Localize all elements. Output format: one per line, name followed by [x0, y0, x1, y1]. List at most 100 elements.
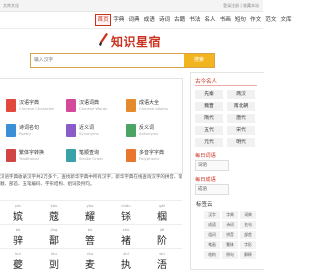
dynasty-item[interactable]: 明代	[227, 138, 255, 147]
tag-item[interactable]: 词典	[240, 211, 256, 219]
char-cell[interactable]: pín 嫔	[0, 203, 36, 225]
dynasty-item[interactable]: 五代	[195, 126, 223, 135]
tool-hanyu-zidian[interactable]: 汉语字典 Chinese Character	[6, 97, 56, 117]
char-glyph: 浯	[157, 260, 167, 271]
char-cell[interactable]: zhǔ 褚	[108, 227, 144, 249]
nav-item-shufa[interactable]: 书法	[187, 14, 202, 26]
dynasty-item[interactable]: 宋代	[227, 126, 255, 135]
tool-label: 繁体字转换	[19, 150, 45, 156]
dynasty-item[interactable]: 南北朝	[227, 102, 255, 111]
tag-item[interactable]: 例句	[222, 251, 238, 259]
tool-label: 汉语字典	[19, 100, 40, 106]
tag-item[interactable]: 名句	[240, 221, 256, 229]
tool-sub: Synonyms	[79, 131, 99, 136]
char-cell[interactable]: kōu 蔻	[36, 203, 72, 225]
tool-label: 汉语词典	[79, 100, 100, 106]
nav-item-duanju[interactable]: 短句	[233, 14, 248, 26]
char-cell[interactable]: bó 骍	[0, 227, 36, 249]
tag-item[interactable]: 拼音	[222, 231, 238, 239]
char-glyph: 耀	[85, 212, 95, 223]
char-cell[interactable]: gāi 椢	[144, 203, 180, 225]
char-glyph: 椢	[157, 212, 167, 223]
tool-label: 成语大全	[139, 100, 160, 106]
grid-divider	[0, 224, 182, 225]
nav-item-fanwen[interactable]: 范文	[263, 14, 278, 26]
tool-duoyinzi[interactable]: 多音字字典 Polyphonic	[126, 147, 176, 167]
tag-item[interactable]: 字典	[222, 211, 238, 219]
nav-item-wenku[interactable]: 文库	[278, 14, 293, 26]
char-cell[interactable]: zhí 执	[108, 251, 144, 273]
tag-item[interactable]: 部首	[240, 231, 256, 239]
char-glyph: 铩	[121, 212, 131, 223]
char-cell[interactable]: chóu 铩	[108, 203, 144, 225]
intro-line: 顺、部首、五笔编码、字形结构、组词及例句。	[0, 182, 95, 187]
tag-item[interactable]: 组词	[204, 231, 220, 239]
tag-item[interactable]: 汉字	[204, 211, 220, 219]
book-icon	[126, 124, 136, 137]
nav-item-shici[interactable]: 诗词	[157, 14, 172, 26]
logo-title: 知识星宿	[111, 35, 162, 49]
nav-item-cidian[interactable]: 词典	[126, 14, 141, 26]
char-glyph: 箁	[85, 236, 95, 247]
site-logo[interactable]: 知识星宿	[98, 33, 178, 49]
char-cell[interactable]: bù 箁	[72, 227, 108, 249]
char-cell[interactable]: kuí 夔	[0, 251, 36, 273]
tool-shici[interactable]: 诗词名句 Poetry	[6, 122, 56, 142]
char-glyph: 阶	[157, 236, 167, 247]
tool-chengyu[interactable]: 成语大全 Chinese Idioms	[126, 97, 176, 117]
char-cell[interactable]: jiē 阶	[144, 227, 180, 249]
nav-item-mingren[interactable]: 名人	[202, 14, 217, 26]
daily-word-heading: 每日词语	[195, 153, 216, 159]
tag-item[interactable]: 字形	[240, 241, 256, 249]
tag-item[interactable]: 结构	[204, 251, 220, 259]
tool-fanyici[interactable]: 反义词 Antonyms	[126, 122, 176, 142]
intro-text: 汉语字典收录汉字共2万多个，查找新华字典中所有汉字，新华字典在线查询汉字的拼音、…	[0, 174, 182, 188]
char-glyph: 蔻	[49, 212, 59, 223]
tag-item[interactable]: 解释	[240, 251, 256, 259]
char-glyph: 麦	[85, 260, 95, 271]
dynasty-item[interactable]: 先秦	[195, 90, 223, 99]
dynasty-item[interactable]: 元代	[195, 138, 223, 147]
nav-item-zuowen[interactable]: 作文	[248, 14, 263, 26]
char-glyph: 夔	[13, 260, 23, 271]
char-cell[interactable]: jīng 鄑	[36, 227, 72, 249]
nav-item-shuhua[interactable]: 书画	[218, 14, 233, 26]
char-cell[interactable]: ròu 麦	[72, 251, 108, 273]
tool-hanyu-cidian[interactable]: 汉语词典 Chinese Words	[66, 97, 116, 117]
tool-jinyici[interactable]: 近义词 Synonyms	[66, 122, 116, 142]
tag-item[interactable]: 成语	[204, 221, 220, 229]
search-input[interactable]	[31, 54, 184, 67]
char-glyph: 褚	[121, 236, 131, 247]
char-cell[interactable]: lóu 剅	[36, 251, 72, 273]
grid-divider	[0, 248, 182, 249]
tool-sub: Polyphonic	[139, 156, 160, 161]
nav-item-home[interactable]: 首页	[95, 14, 112, 26]
nav-item-chengyu[interactable]: 成语	[142, 14, 157, 26]
book-icon	[6, 124, 16, 137]
char-glyph: 嫔	[13, 212, 23, 223]
search-button[interactable]: 搜索	[184, 54, 214, 67]
nav-item-zidian[interactable]: 字典	[111, 14, 126, 26]
top-bar-site: 文库文化	[3, 3, 19, 8]
top-bar-links[interactable]: 登录注册 | 收藏本站	[223, 3, 259, 9]
tool-bishun[interactable]: 笔顺查询 Stroke Order	[66, 147, 116, 167]
search-box: 搜索	[30, 53, 215, 68]
dynasty-item[interactable]: 魏晋	[195, 102, 223, 111]
dynasty-item[interactable]: 两汉	[227, 90, 255, 99]
daily-idiom-image[interactable]: 成语	[195, 184, 229, 195]
tool-label: 多音字字典	[139, 150, 165, 156]
intro-line: 汉语字典收录汉字共2万多个，查找新华字典中所有汉字，新华字典在线查询汉字的拼音、…	[0, 175, 182, 180]
tag-item[interactable]: 诗词	[222, 221, 238, 229]
dynasty-item[interactable]: 唐代	[227, 114, 255, 123]
nav-item-guji[interactable]: 古籍	[172, 14, 187, 26]
tag-item[interactable]: 繁体	[222, 241, 238, 249]
char-cell[interactable]: yào 耀	[72, 203, 108, 225]
char-cell[interactable]: wú 浯	[144, 251, 180, 273]
tool-fanti[interactable]: 繁体字转换 Traditional	[6, 147, 56, 167]
dynasty-item[interactable]: 隋代	[195, 114, 223, 123]
tag-item[interactable]: 笔画	[204, 241, 220, 249]
top-bar: 文库文化 登录注册 | 收藏本站	[0, 0, 263, 12]
tag-cloud: 标签云 汉字 字典 词典 成语 诗词 名句 组词 拼音 部首 笔画 繁体 字形 …	[190, 200, 263, 268]
daily-word-image[interactable]: 词语	[195, 160, 229, 171]
tool-sub: Chinese Words	[79, 106, 108, 111]
